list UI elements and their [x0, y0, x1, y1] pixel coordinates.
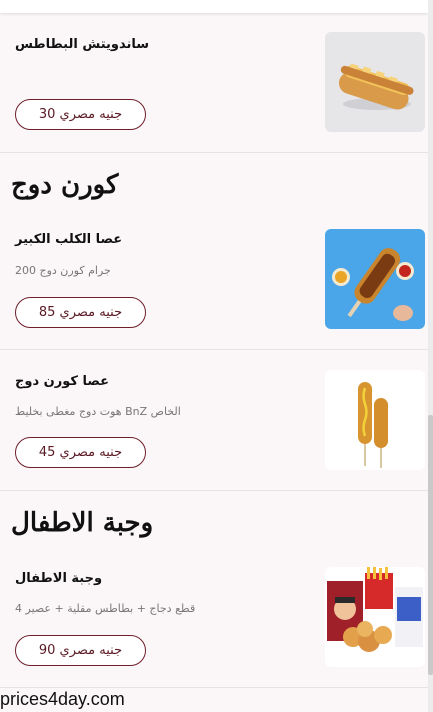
item-image — [325, 567, 425, 667]
item-name: وجبة الاطفال — [15, 571, 103, 586]
section-title-kids-meal: وجبة الاطفال — [11, 508, 154, 538]
menu-item-big-dog-stick[interactable]: عصا الكلب الكبير جرام كورن دوج 200 جنيه … — [0, 210, 428, 350]
menu-item-potato-sandwich[interactable]: ساندويتش البطاطس جنيه مصري 30 — [0, 13, 428, 153]
top-header-bar — [0, 0, 428, 13]
item-name: عصا الكلب الكبير — [15, 232, 123, 247]
menu-item-corndog-stick[interactable]: عصا كورن دوج الخاص BnZ هوت دوج مغطى بخلي… — [0, 350, 428, 491]
item-image — [325, 229, 425, 329]
item-image — [325, 370, 425, 470]
item-description: جرام كورن دوج 200 — [15, 264, 111, 277]
item-description: الخاص BnZ هوت دوج مغطى بخليط — [15, 405, 181, 418]
menu-item-kids-meal[interactable]: وجبة الاطفال قطع دجاج + بطاطس مقلية + عص… — [0, 550, 428, 688]
item-image — [325, 32, 425, 132]
price-button[interactable]: جنيه مصري 30 — [15, 99, 146, 130]
price-button[interactable]: جنيه مصري 85 — [15, 297, 146, 328]
item-name: ساندويتش البطاطس — [15, 37, 150, 52]
scrollbar-thumb[interactable] — [428, 415, 433, 675]
item-name: عصا كورن دوج — [15, 374, 110, 389]
watermark: prices4day.com — [0, 689, 125, 709]
section-title-corndog: كورن دوج — [11, 170, 119, 200]
price-button[interactable]: جنيه مصري 45 — [15, 437, 146, 468]
item-description: قطع دجاج + بطاطس مقلية + عصير 4 — [15, 602, 196, 615]
scrollbar[interactable] — [428, 0, 433, 712]
price-button[interactable]: جنيه مصري 90 — [15, 635, 146, 666]
